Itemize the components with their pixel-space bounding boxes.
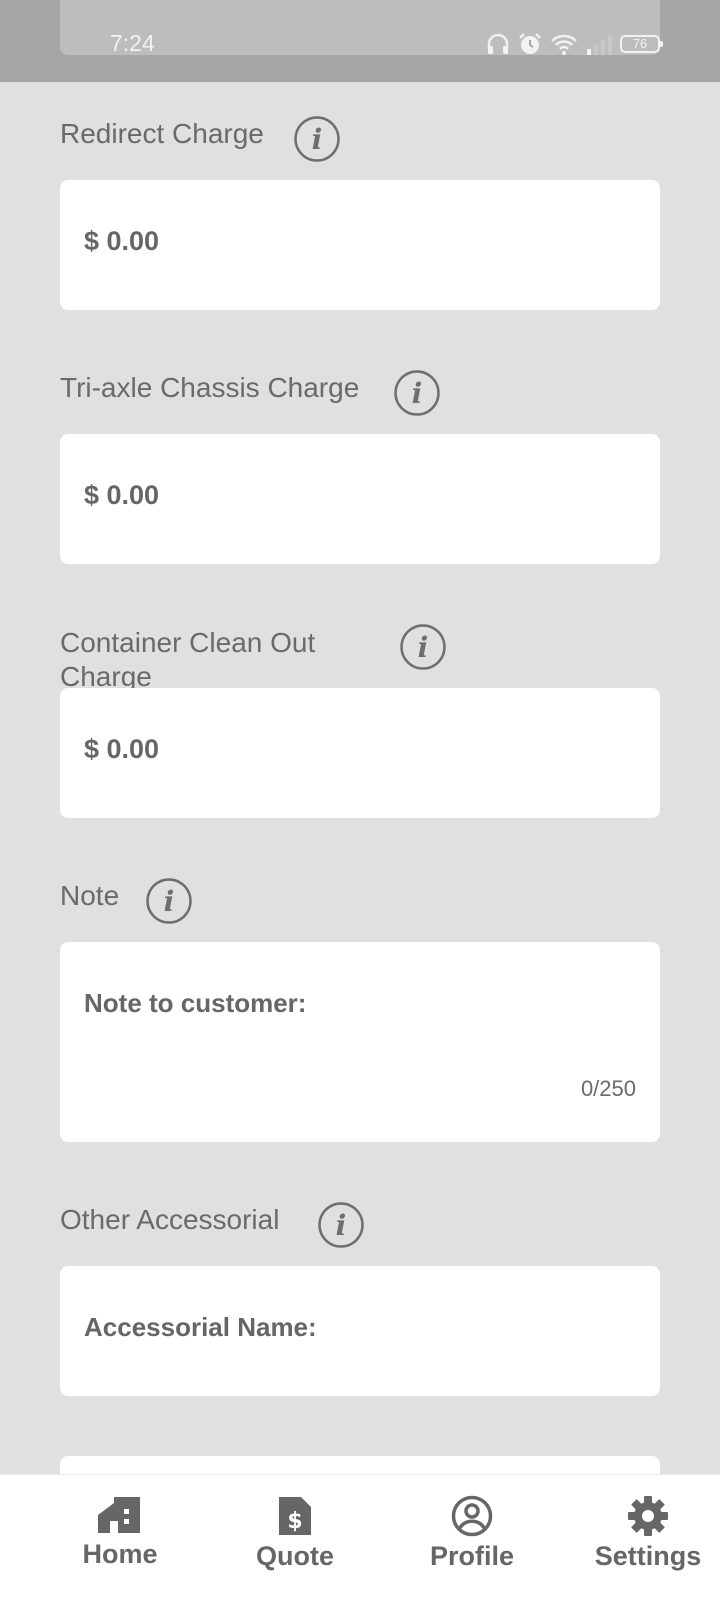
svg-text:i: i	[164, 885, 175, 918]
info-icon[interactable]: i	[318, 1202, 364, 1248]
status-bar: 7:24 76	[0, 0, 720, 82]
info-icon[interactable]: i	[400, 624, 446, 670]
nav-settings[interactable]: Settings	[568, 1495, 720, 1572]
redirect-charge-label: Redirect Charge	[60, 118, 264, 149]
svg-text:i: i	[418, 631, 429, 664]
redirect-charge-input[interactable]: $ 0.00	[60, 180, 660, 310]
nav-profile[interactable]: Profile	[392, 1495, 552, 1572]
svg-text:$: $	[287, 1509, 302, 1534]
battery-icon: 76	[620, 35, 663, 53]
note-char-counter: 0/250	[580, 1076, 636, 1101]
svg-text:i: i	[412, 377, 423, 410]
svg-text:i: i	[336, 1209, 347, 1242]
nav-settings-label: Settings	[594, 1541, 702, 1571]
profile-icon	[451, 1495, 493, 1537]
nav-profile-label: Profile	[429, 1541, 515, 1571]
info-icon[interactable]: i	[146, 878, 192, 924]
redirect-charge-value: $ 0.00	[84, 226, 160, 256]
info-icon[interactable]: i	[394, 370, 440, 416]
accessorial-name-input[interactable]: Accessorial Name:	[60, 1266, 660, 1396]
other-accessorial-label: Other Accessorial	[60, 1204, 280, 1235]
info-icon[interactable]: i	[294, 116, 340, 162]
home-icon	[98, 1497, 140, 1533]
triaxle-charge-input[interactable]: $ 0.00	[60, 434, 660, 564]
status-icons: 76	[486, 32, 663, 56]
accessorial-name-placeholder: Accessorial Name:	[84, 1312, 317, 1342]
nav-quote-label: Quote	[256, 1541, 334, 1571]
nav-quote[interactable]: $ Quote	[215, 1495, 375, 1572]
triaxle-charge-value: $ 0.00	[84, 480, 160, 510]
status-time: 7:24	[110, 30, 155, 56]
cleanout-charge-label: Container Clean Out Charge	[60, 627, 316, 688]
gear-icon	[628, 1496, 668, 1536]
quote-icon: $	[279, 1497, 311, 1535]
bottom-nav: Home $ Quote Profile Settings	[0, 1474, 720, 1613]
headphones-icon	[487, 33, 509, 54]
wifi-icon	[551, 34, 577, 55]
cleanout-charge-value: $ 0.00	[84, 734, 160, 764]
nav-home-label: Home	[82, 1539, 158, 1569]
alarm-icon	[519, 33, 541, 54]
nav-home[interactable]: Home	[40, 1495, 200, 1570]
signal-icon	[587, 35, 612, 55]
note-textarea[interactable]: Note to customer: 0/250	[60, 942, 660, 1142]
cleanout-charge-input[interactable]: $ 0.00	[60, 688, 660, 818]
triaxle-charge-label: Tri-axle Chassis Charge	[60, 372, 360, 403]
note-placeholder: Note to customer:	[84, 988, 307, 1018]
svg-text:i: i	[312, 123, 323, 156]
note-label: Note	[60, 880, 120, 911]
